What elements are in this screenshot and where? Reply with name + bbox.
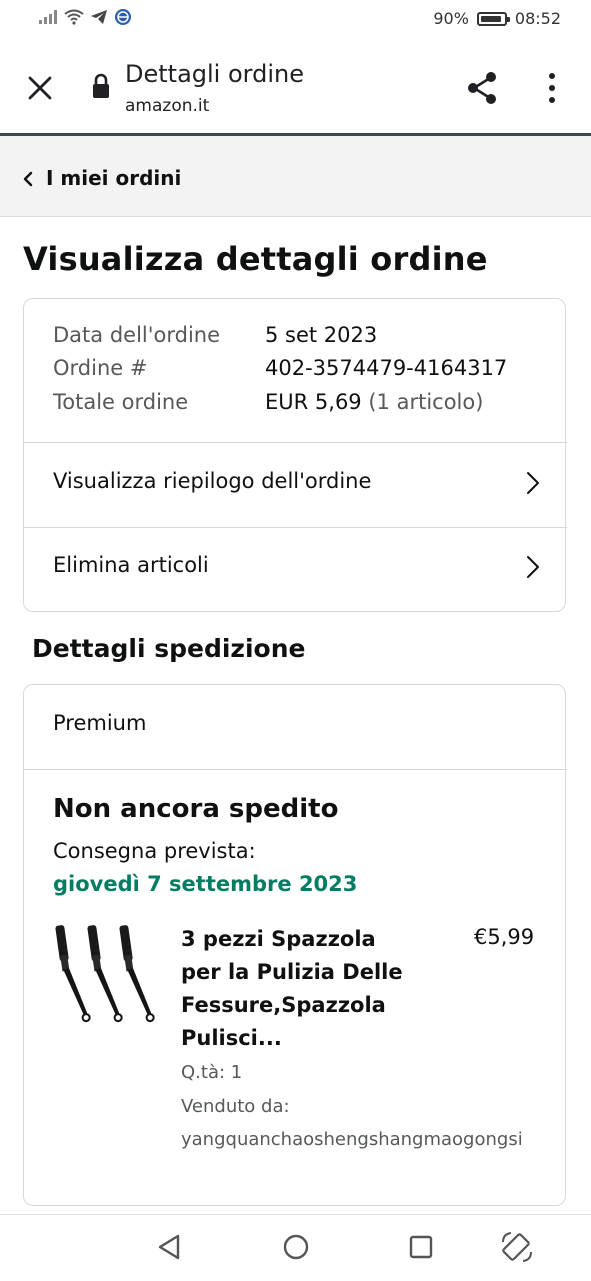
status-bar: 90% 08:52 [0,0,591,42]
shipment-status: Non ancora spedito [53,794,339,824]
order-total-label: Totale ordine [53,390,189,414]
view-order-summary-label: Visualizza riepilogo dell'ordine [53,469,372,493]
seller-name[interactable]: yangquanchaoshengshangmaogongsi [181,1129,523,1150]
sold-by-label: Venduto da: [181,1096,290,1117]
chevron-right-icon [527,556,539,578]
remove-items-label: Elimina articoli [53,553,209,577]
shipment-card: Premium Non ancora spedito Consegna prev… [23,684,567,1206]
battery-percent: 90% [433,9,469,28]
shipping-section-title: Dettagli spedizione [32,634,306,663]
order-total-amount: EUR 5,69 [265,390,362,414]
close-icon[interactable] [27,75,53,101]
order-number-label: Ordine # [53,356,148,380]
brush [87,925,123,1023]
chevron-left-icon [23,171,33,187]
status-icons [38,8,132,26]
recents-nav-icon[interactable] [408,1234,434,1260]
order-info-card: Data dell'ordine 5 set 2023 Ordine # 402… [23,298,567,612]
more-vert-icon[interactable] [547,72,557,104]
brush [55,925,91,1023]
product-quantity: Q.tà: 1 [181,1062,243,1083]
product-image[interactable] [52,923,160,1025]
wifi-icon [64,9,84,25]
delivery-date: giovedì 7 settembre 2023 [53,872,358,896]
screen-rotate-icon[interactable] [500,1230,534,1264]
clock: 08:52 [514,9,561,28]
delivery-label: Consegna prevista: [53,839,256,863]
battery-icon [476,11,510,26]
order-date-value: 5 set 2023 [265,323,378,347]
shipping-service: Premium [53,711,147,735]
order-total-value: EUR 5,69 (1 articolo) [265,390,483,414]
chevron-right-icon [527,472,539,494]
view-order-summary-row[interactable]: Visualizza riepilogo dell'ordine [24,443,565,527]
browser-icon [115,9,131,25]
lock-icon [93,73,109,98]
browser-host: amazon.it [125,96,210,116]
card-divider [24,769,567,770]
share-icon[interactable] [466,71,498,105]
product-price: €5,99 [474,925,535,949]
home-nav-icon[interactable] [282,1233,310,1261]
browser-title: Dettagli ordine [125,60,304,88]
order-number-value: 402-3574479-4164317 [265,356,508,380]
browser-toolbar [0,42,591,134]
order-total-items: (1 articolo) [368,390,484,414]
signal-icon [39,10,57,24]
brush [119,925,155,1023]
order-date-label: Data dell'ordine [53,323,221,347]
product-title-link[interactable]: 3 pezzi Spazzola per la Pulizia Delle Fe… [181,923,421,1055]
back-nav-icon[interactable] [156,1233,182,1261]
page-title: Visualizza dettagli ordine [23,240,488,278]
breadcrumb-label[interactable]: I miei ordini [46,166,181,190]
telegram-icon [91,10,107,24]
remove-items-row[interactable]: Elimina articoli [24,528,565,612]
status-right: 90% 08:52 [433,9,561,28]
